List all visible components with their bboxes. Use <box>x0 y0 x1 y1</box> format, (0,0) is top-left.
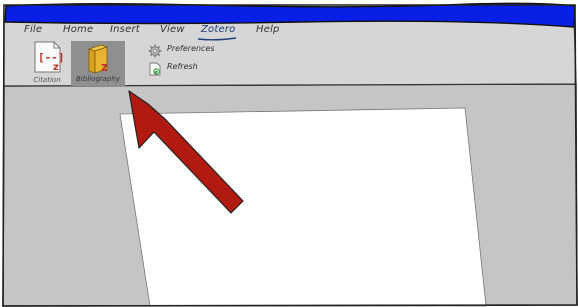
arrow-icon <box>128 90 244 214</box>
callout-arrow <box>128 90 244 214</box>
